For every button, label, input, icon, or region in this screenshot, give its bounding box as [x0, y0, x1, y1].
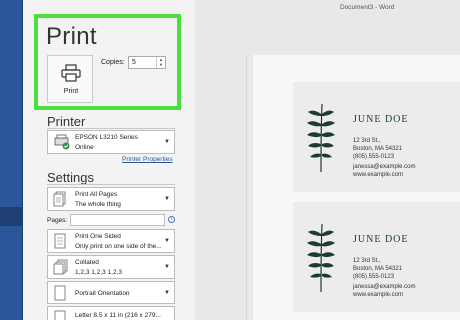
fern-leaf-icon [307, 103, 335, 173]
settings-section-title: Settings [47, 170, 94, 185]
card-line: (805) 555-0123 [353, 154, 395, 160]
card-line: Boston, MA 54321 [353, 266, 403, 272]
card-line: Boston, MA 54321 [353, 146, 403, 152]
settings-divider [47, 184, 175, 185]
card-line: www.example.com [353, 172, 404, 178]
copies-spinner[interactable]: ▲ ▼ [156, 57, 165, 68]
sides-label: Print One Sided [75, 233, 121, 240]
printer-section-title: Printer [47, 114, 86, 129]
chevron-down-icon: ▼ [164, 290, 170, 296]
paper-size-select[interactable]: Letter 8.5 x 11 in (216 x 279... [47, 306, 175, 320]
pages-input[interactable] [70, 214, 165, 226]
card-line: 12 3rd St., [353, 138, 381, 144]
printer-divider [47, 128, 175, 129]
printer-properties-link[interactable]: Printer Properties [122, 156, 173, 163]
pages-icon [53, 191, 66, 207]
pages-label: Pages: [47, 217, 68, 224]
printer-status: Online [75, 144, 94, 151]
card-line: (805) 555-0123 [353, 274, 395, 280]
business-card-2: JUNE DOE 12 3rd St., Boston, MA 54321 (8… [293, 202, 460, 312]
backstage-nav-selected-item[interactable] [0, 207, 23, 226]
collation-label: Collated [75, 259, 99, 266]
sides-select[interactable]: Print One Sided Only print on one side o… [47, 229, 175, 253]
backstage-nav [0, 0, 23, 320]
copies-input[interactable]: 5 ▲ ▼ [128, 56, 166, 69]
card-line: janessa@example.com [353, 164, 416, 170]
paper-size-label: Letter 8.5 x 11 in (216 x 279... [75, 312, 161, 319]
orientation-select[interactable]: Portrait Orientation ▼ [47, 281, 175, 304]
card-name: JUNE DOE [353, 114, 409, 125]
copies-label: Copies: [101, 59, 125, 66]
card-line: janessa@example.com [353, 284, 416, 290]
chevron-down-icon: ▼ [164, 196, 170, 202]
preview-divider [246, 55, 247, 320]
collation-select[interactable]: Collated 1,2,3 1,2,3 1,2,3 ▼ [47, 255, 175, 279]
print-button-label: Print [63, 88, 79, 95]
collation-desc: 1,2,3 1,2,3 1,2,3 [75, 269, 122, 276]
sides-desc: Only print on one side of the... [75, 243, 162, 250]
fern-leaf-icon [307, 223, 335, 293]
window-title: Document3 - Word [340, 4, 395, 11]
print-button[interactable]: Print [47, 55, 93, 103]
one-sided-icon [54, 233, 66, 249]
chevron-down-icon: ▼ [164, 264, 170, 270]
orientation-label: Portrait Orientation [75, 290, 130, 297]
copies-value: 5 [132, 59, 136, 66]
portrait-icon [54, 285, 66, 301]
printer-name: EPSON L3210 Series [75, 134, 138, 141]
card-line: www.example.com [353, 292, 404, 298]
printer-select[interactable]: EPSON L3210 Series Online ▼ [47, 130, 175, 154]
card-name: JUNE DOE [353, 234, 409, 245]
info-icon[interactable]: i [168, 216, 175, 223]
spinner-down-icon[interactable]: ▼ [157, 62, 165, 67]
chevron-down-icon: ▼ [164, 139, 170, 145]
collated-icon [53, 259, 68, 275]
print-title: Print [46, 23, 97, 50]
printer-icon [61, 64, 81, 82]
printer-online-icon [54, 134, 70, 150]
card-line: 12 3rd St., [353, 258, 381, 264]
business-card-1: JUNE DOE 12 3rd St., Boston, MA 54321 (8… [293, 82, 460, 192]
backstage-nav-edge [0, 0, 23, 320]
print-range-select[interactable]: Print All Pages The whole thing ▼ [47, 187, 175, 211]
paper-icon [54, 310, 66, 320]
chevron-down-icon: ▼ [164, 238, 170, 244]
print-range-label: Print All Pages [75, 191, 118, 198]
print-range-desc: The whole thing [75, 201, 121, 208]
